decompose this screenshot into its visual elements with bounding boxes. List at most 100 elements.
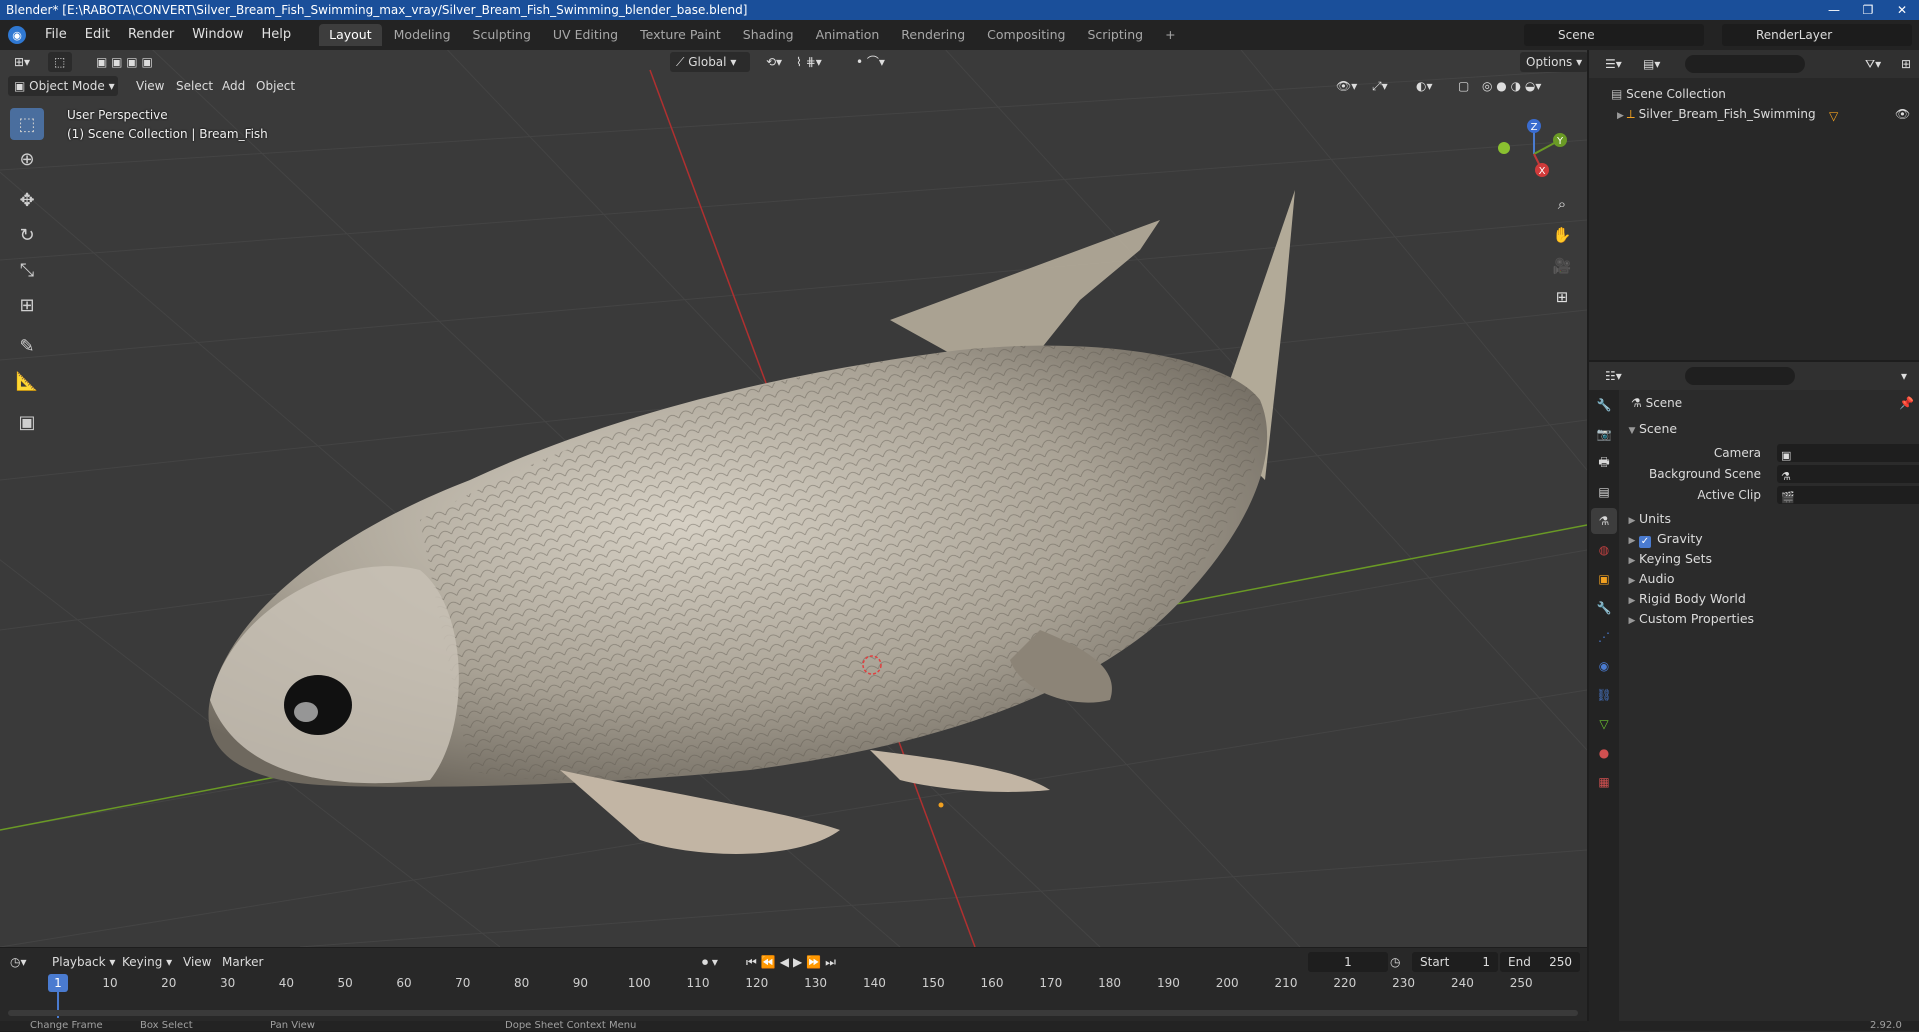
tree-row-object[interactable]: ▶ ⟂ Silver_Bream_Fish_Swimming ▽ 👁 [1589, 104, 1919, 124]
timeline-editor-type-icon[interactable]: ◷▾ [10, 952, 27, 972]
properties-options-chevron-icon[interactable]: ▾ [1895, 366, 1913, 386]
select-menu[interactable]: Select [170, 76, 219, 96]
gizmo-toggle-icon[interactable]: ⤢▾ [1366, 76, 1394, 96]
menu-edit[interactable]: Edit [76, 20, 119, 50]
keying-sets-panel[interactable]: ▶ Keying Sets [1621, 548, 1919, 570]
object-tab-icon[interactable]: ▣ [1591, 566, 1617, 592]
tab-uv-editing[interactable]: UV Editing [543, 24, 628, 46]
pan-hand-icon[interactable]: ✋ [1549, 222, 1575, 248]
visibility-eye-icon[interactable]: 👁 [1895, 104, 1910, 124]
object-data-icon[interactable]: ▽ [1829, 106, 1838, 126]
snap-icon[interactable]: ⌇ ⋕▾ [790, 52, 828, 72]
tree-row-scene-collection[interactable]: ▤ Scene Collection [1589, 84, 1919, 104]
expand-arrow-icon[interactable]: ▶ [1617, 111, 1627, 121]
background-scene-field[interactable]: ⚗ [1777, 465, 1919, 483]
object-menu[interactable]: Object [250, 76, 301, 96]
tab-layout[interactable]: Layout [319, 24, 382, 46]
modifiers-tab-icon[interactable]: 🔧 [1591, 595, 1617, 621]
units-panel[interactable]: ▶ Units [1621, 508, 1919, 530]
marker-menu[interactable]: Marker [222, 952, 263, 972]
selection-mode-icons[interactable]: ▣ ▣ ▣ ▣ [90, 52, 159, 72]
add-menu[interactable]: Add [216, 76, 251, 96]
particles-tab-icon[interactable]: ⋰ [1591, 624, 1617, 650]
proportional-editing-icon[interactable]: • ⌒▾ [850, 52, 891, 72]
start-frame-field[interactable]: Start 1 [1412, 952, 1498, 972]
new-collection-icon[interactable]: ⊞ [1895, 54, 1917, 74]
end-frame-field[interactable]: End 250 [1500, 952, 1580, 972]
auto-keying-record-icon[interactable]: ⏺ ▾ [702, 952, 718, 972]
annotate-tool-icon[interactable]: ✎ [10, 330, 44, 362]
physics-tab-icon[interactable]: ◉ [1591, 653, 1617, 679]
xray-icon[interactable]: ▢ [1452, 76, 1475, 96]
tab-compositing[interactable]: Compositing [977, 24, 1075, 46]
tab-shading[interactable]: Shading [733, 24, 804, 46]
scene-tab-icon[interactable]: ⚗ [1591, 508, 1617, 534]
menu-render[interactable]: Render [119, 20, 183, 50]
add-cube-tool-icon[interactable]: ▣ [10, 406, 44, 438]
overlays-icon[interactable]: ◐▾ [1410, 76, 1439, 96]
menu-help[interactable]: Help [253, 20, 301, 50]
constraints-tab-icon[interactable]: ⛓ [1591, 682, 1617, 708]
view-layer-selector[interactable]: RenderLayer [1722, 24, 1912, 46]
tab-texture-paint[interactable]: Texture Paint [630, 24, 731, 46]
perspective-grid-icon[interactable]: ⊞ [1549, 284, 1575, 310]
tab-animation[interactable]: Animation [806, 24, 890, 46]
object-mode-dropdown[interactable]: ▣ Object Mode ▾ [8, 76, 118, 96]
camera-field[interactable]: ▣✎ [1777, 444, 1919, 462]
texture-tab-icon[interactable]: ▦ [1591, 769, 1617, 795]
material-tab-icon[interactable]: ● [1591, 740, 1617, 766]
outliner-search-input[interactable] [1685, 55, 1805, 73]
tab-rendering[interactable]: Rendering [891, 24, 975, 46]
menu-window[interactable]: Window [183, 20, 252, 50]
add-workspace-button[interactable]: + [1155, 24, 1185, 46]
scene-panel-header[interactable]: ▼ Scene [1621, 418, 1919, 440]
camera-view-icon[interactable]: 🎥 [1549, 253, 1575, 279]
rotate-tool-icon[interactable]: ↻ [10, 219, 44, 251]
pivot-point-icon[interactable]: ⟲▾ [760, 52, 788, 72]
3d-viewport[interactable]: ⊞▾ ⬚ ▣ ▣ ▣ ▣ ⟋ Global ▾ ⟲▾ ⌇ ⋕▾ • ⌒▾ Opt… [0, 50, 1587, 947]
menu-file[interactable]: File [36, 20, 76, 50]
scale-tool-icon[interactable]: ⤡ [10, 254, 44, 286]
current-frame-field[interactable]: 1 [1308, 952, 1388, 972]
scene-selector[interactable]: Scene [1524, 24, 1704, 46]
close-button[interactable]: ✕ [1885, 0, 1919, 20]
shading-modes-icons[interactable]: ◎ ● ◑ ◒▾ [1476, 76, 1547, 96]
active-clip-field[interactable]: 🎬 [1777, 486, 1919, 504]
navigation-gizmo[interactable]: Z Y X [1490, 114, 1570, 184]
playback-menu[interactable]: Playback ▾ [52, 952, 115, 972]
select-mode-button[interactable]: ⬚ [48, 52, 72, 72]
outliner-editor-type-icon[interactable]: ☰▾ [1599, 54, 1628, 74]
tab-modeling[interactable]: Modeling [384, 24, 461, 46]
world-tab-icon[interactable]: ◍ [1591, 537, 1617, 563]
transform-tool-icon[interactable]: ⊞ [10, 289, 44, 321]
measure-tool-icon[interactable]: 📐 [10, 365, 44, 397]
clock-icon[interactable]: ◷ [1390, 952, 1400, 972]
minimize-button[interactable]: — [1817, 0, 1851, 20]
cursor-tool-icon[interactable]: ⊕ [10, 143, 44, 175]
move-tool-icon[interactable]: ✥ [10, 184, 44, 216]
visibility-icon[interactable]: 👁▾ [1330, 76, 1363, 96]
pin-icon[interactable]: 📌 [1899, 392, 1914, 414]
tool-tab-icon[interactable]: 🔧 [1591, 392, 1617, 418]
render-tab-icon[interactable]: 📷 [1591, 421, 1617, 447]
keying-menu[interactable]: Keying ▾ [122, 952, 172, 972]
playback-controls-icons[interactable]: ⏮⏪◀▶⏩⏭ [746, 952, 840, 972]
view-menu[interactable]: View [130, 76, 170, 96]
rigid-body-world-panel[interactable]: ▶ Rigid Body World [1621, 588, 1919, 610]
output-tab-icon[interactable]: 🖶 [1591, 450, 1617, 476]
custom-properties-panel[interactable]: ▶ Custom Properties [1621, 608, 1919, 630]
timeline-scrollbar[interactable] [8, 1010, 1578, 1016]
editor-type-button[interactable]: ⊞▾ [8, 52, 36, 72]
filter-icon[interactable]: ⛛▾ [1859, 54, 1887, 74]
view-layer-tab-icon[interactable]: ▤ [1591, 479, 1617, 505]
maximize-button[interactable]: ❐ [1851, 0, 1885, 20]
gravity-checkbox[interactable]: ✓ [1639, 536, 1651, 548]
data-tab-icon[interactable]: ▽ [1591, 711, 1617, 737]
properties-editor-type-icon[interactable]: ☷▾ [1599, 366, 1628, 386]
timeline-view-menu[interactable]: View [183, 952, 211, 972]
tab-sculpting[interactable]: Sculpting [463, 24, 541, 46]
blender-logo-icon[interactable]: ◉ [8, 26, 26, 44]
select-box-tool-icon[interactable]: ⬚ [10, 108, 44, 140]
tab-scripting[interactable]: Scripting [1078, 24, 1154, 46]
fish-model[interactable] [208, 190, 1295, 854]
